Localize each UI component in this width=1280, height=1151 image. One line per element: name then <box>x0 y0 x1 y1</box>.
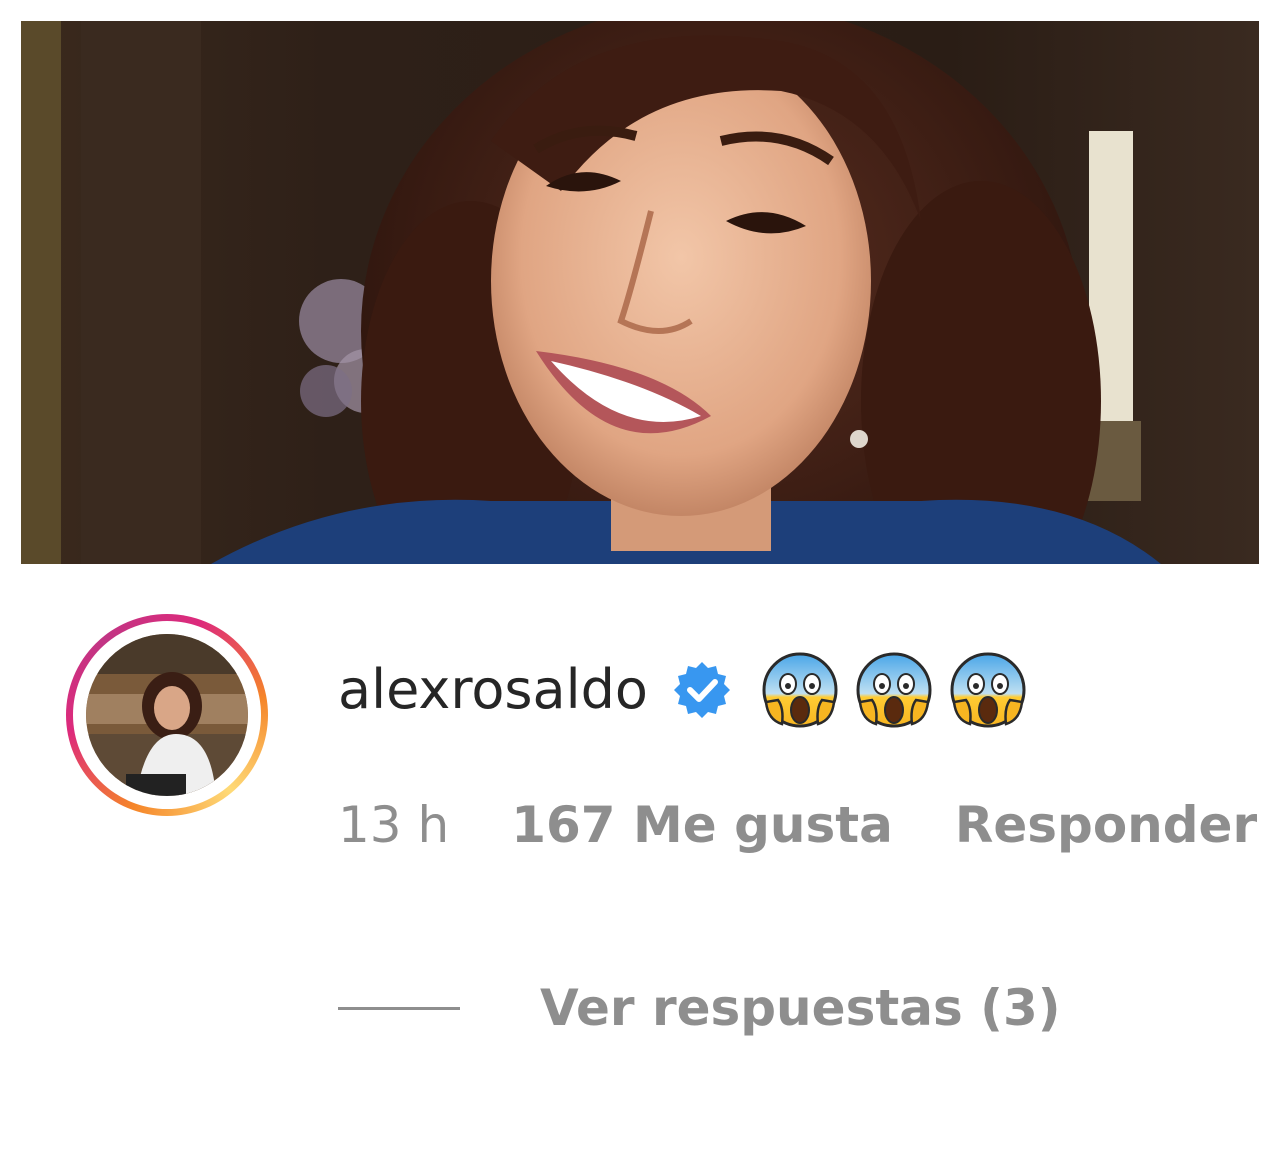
reply-button[interactable]: Responder <box>955 800 1257 850</box>
scream-emoji-icon <box>950 652 1026 728</box>
view-replies-button[interactable]: Ver respuestas (3) <box>338 976 1061 1040</box>
post-photo-image <box>21 21 1259 564</box>
comment-meta: 13 h 167 Me gusta Responder <box>338 800 1257 850</box>
likes-count-link[interactable]: 167 Me gusta <box>511 800 893 850</box>
scream-emoji-icon <box>762 652 838 728</box>
verified-badge-icon <box>673 662 730 718</box>
scream-emoji-icon <box>856 652 932 728</box>
story-ring-avatar[interactable] <box>66 614 268 816</box>
view-replies-label[interactable]: Ver respuestas (3) <box>540 983 1061 1033</box>
post-photo <box>21 21 1259 564</box>
avatar-image <box>86 634 248 796</box>
comment-header: alexrosaldo <box>338 650 1028 730</box>
comment-text <box>760 650 1028 730</box>
avatar[interactable] <box>86 634 248 796</box>
username-link[interactable]: alexrosaldo <box>338 663 648 717</box>
comment-timestamp: 13 h <box>338 796 450 854</box>
replies-divider <box>338 1006 460 1010</box>
avatar-gap <box>73 621 261 809</box>
